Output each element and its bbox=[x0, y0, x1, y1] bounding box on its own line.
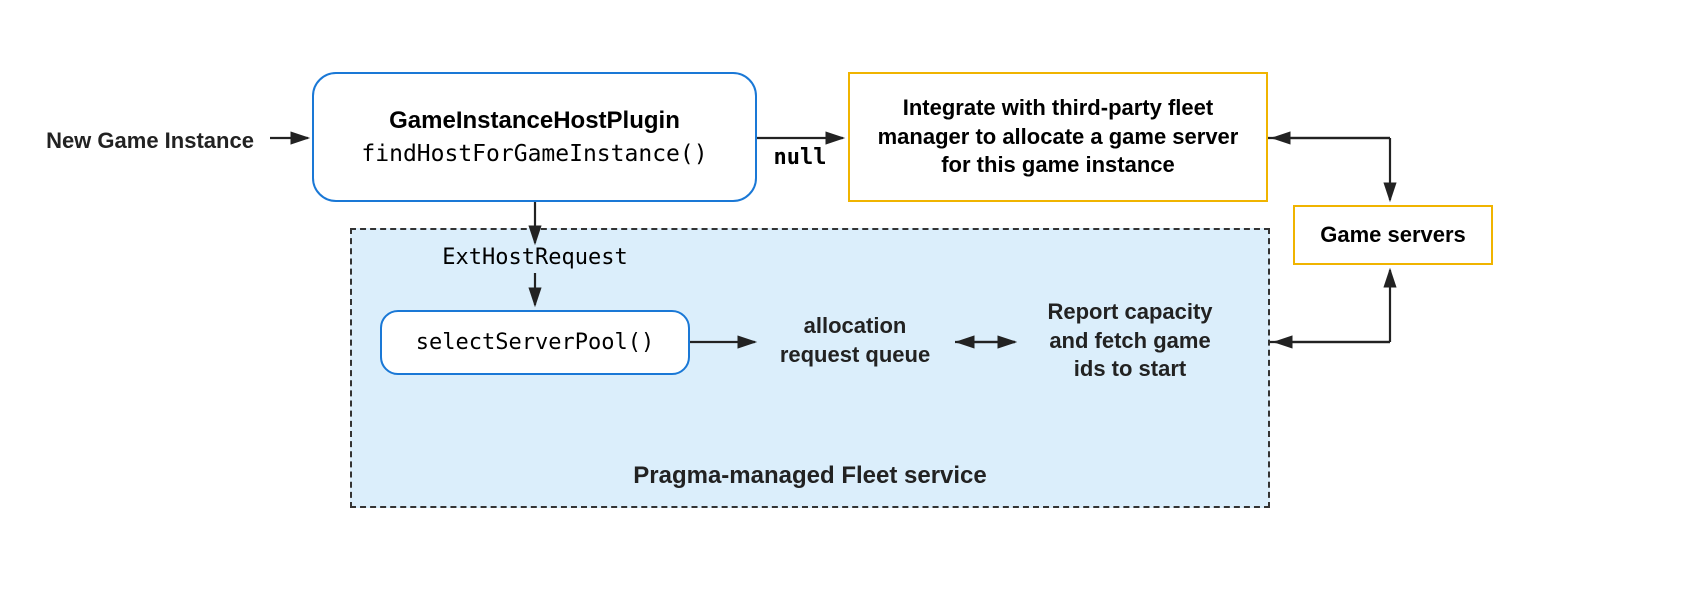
game-servers-box: Game servers bbox=[1293, 205, 1493, 265]
game-servers-text: Game servers bbox=[1320, 222, 1466, 248]
line3: ids to start bbox=[1074, 356, 1186, 381]
third-party-text: Integrate with third-party fleet manager… bbox=[850, 94, 1266, 180]
plugin-title: GameInstanceHostPlugin bbox=[389, 107, 680, 135]
fleet-service-title: Pragma-managed Fleet service bbox=[560, 460, 1060, 491]
null-label: null bbox=[770, 145, 830, 170]
line2: request queue bbox=[780, 342, 930, 367]
text: null bbox=[774, 145, 827, 170]
line1: Report capacity bbox=[1047, 299, 1212, 324]
new-game-instance-label: New Game Instance bbox=[30, 127, 270, 156]
allocation-queue-label: allocation request queue bbox=[760, 312, 950, 369]
report-capacity-label: Report capacity and fetch game ids to st… bbox=[1020, 298, 1240, 384]
plugin-method: findHostForGameInstance() bbox=[361, 141, 707, 167]
select-server-pool-box: selectServerPool() bbox=[380, 310, 690, 375]
select-server-pool-text: selectServerPool() bbox=[416, 330, 654, 355]
text: ExtHostRequest bbox=[442, 245, 627, 270]
text: Pragma-managed Fleet service bbox=[633, 462, 987, 489]
line2: and fetch game bbox=[1049, 328, 1210, 353]
third-party-box: Integrate with third-party fleet manager… bbox=[848, 72, 1268, 202]
plugin-box: GameInstanceHostPlugin findHostForGameIn… bbox=[312, 72, 757, 202]
text: New Game Instance bbox=[46, 128, 254, 153]
ext-host-request-label: ExtHostRequest bbox=[405, 245, 665, 270]
line1: allocation bbox=[804, 313, 907, 338]
